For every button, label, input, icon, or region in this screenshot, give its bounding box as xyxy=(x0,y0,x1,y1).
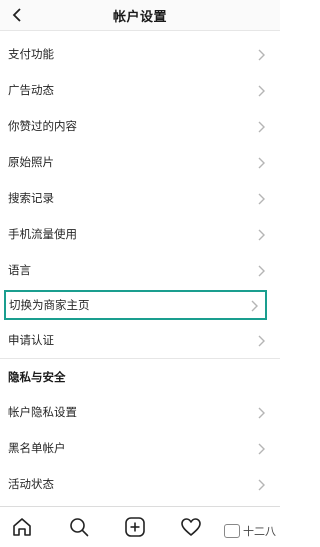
bottom-tab-bar: 十二八 xyxy=(0,506,280,547)
new-post-icon[interactable] xyxy=(124,516,146,538)
settings-item-request-verification[interactable]: 申请认证 xyxy=(0,323,280,358)
settings-item-switch-to-business[interactable]: 切换为商家主页 xyxy=(4,290,267,320)
wechat-icon xyxy=(224,524,240,538)
settings-item-blocked-accounts[interactable]: 黑名单帐户 xyxy=(0,431,280,466)
chevron-right-icon xyxy=(258,121,265,133)
chevron-right-icon xyxy=(258,479,265,491)
chevron-right-icon xyxy=(258,49,265,61)
chevron-right-icon xyxy=(258,193,265,205)
settings-item-label: 你赞过的内容 xyxy=(8,119,77,133)
chevron-right-icon xyxy=(258,443,265,455)
settings-item-ad-activity[interactable]: 广告动态 xyxy=(0,73,280,108)
chevron-right-icon xyxy=(258,157,265,169)
settings-item-label: 手机流量使用 xyxy=(8,227,77,241)
settings-item-label: 原始照片 xyxy=(8,155,54,169)
page-title: 帐户设置 xyxy=(112,10,167,25)
heart-icon[interactable] xyxy=(180,516,202,538)
home-icon[interactable] xyxy=(11,516,33,538)
settings-item-label: 申请认证 xyxy=(8,333,54,347)
section-title-privacy: 隐私与安全 xyxy=(8,370,66,384)
settings-item-account-privacy[interactable]: 帐户隐私设置 xyxy=(0,395,280,430)
settings-item-original-photos[interactable]: 原始照片 xyxy=(0,145,280,180)
chevron-right-icon xyxy=(258,85,265,97)
settings-item-activity-status[interactable]: 活动状态 xyxy=(0,467,280,502)
chevron-right-icon xyxy=(258,335,265,347)
chevron-right-icon xyxy=(258,265,265,277)
settings-item-search-history[interactable]: 搜索记录 xyxy=(0,181,280,216)
settings-item-label: 支付功能 xyxy=(8,47,54,61)
settings-item-label: 帐户隐私设置 xyxy=(8,405,77,419)
settings-item-payments[interactable]: 支付功能 xyxy=(0,37,280,72)
top-bar: 帐户设置 xyxy=(0,0,280,31)
chevron-right-icon xyxy=(251,300,258,312)
settings-item-language[interactable]: 语言 xyxy=(0,253,280,288)
settings-item-cellular-data[interactable]: 手机流量使用 xyxy=(0,217,280,252)
watermark: 十二八 xyxy=(224,523,276,539)
watermark-text: 十二八 xyxy=(243,525,276,538)
settings-item-label: 广告动态 xyxy=(8,83,54,97)
settings-item-liked-posts[interactable]: 你赞过的内容 xyxy=(0,109,280,144)
search-icon[interactable] xyxy=(68,516,90,538)
chevron-right-icon xyxy=(258,407,265,419)
settings-item-label: 切换为商家主页 xyxy=(9,298,90,312)
settings-item-label: 语言 xyxy=(8,263,31,277)
settings-item-label: 活动状态 xyxy=(8,477,54,491)
settings-item-label: 搜索记录 xyxy=(8,191,54,205)
chevron-right-icon xyxy=(258,229,265,241)
settings-item-label: 黑名单帐户 xyxy=(8,441,66,455)
section-divider xyxy=(0,358,280,359)
